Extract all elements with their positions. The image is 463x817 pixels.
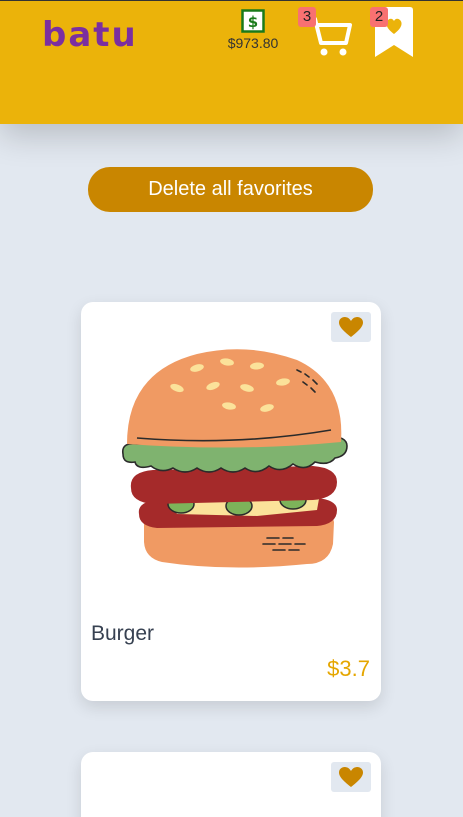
product-card[interactable] — [81, 752, 381, 817]
cart-count-badge: 3 — [298, 7, 316, 27]
favorites-button[interactable]: 2 — [370, 7, 416, 59]
favorite-toggle[interactable] — [331, 762, 371, 792]
favorites-count-badge: 2 — [370, 7, 388, 27]
brand-logo[interactable]: batu — [42, 15, 138, 55]
wallet-icon: $ — [241, 9, 265, 33]
product-name: Burger — [91, 622, 155, 645]
cart-button[interactable]: 3 — [298, 7, 354, 57]
wallet[interactable]: $ $973.80 — [224, 9, 282, 51]
favorite-toggle[interactable] — [331, 312, 371, 342]
wallet-balance: $973.80 — [227, 35, 279, 51]
svg-text:$: $ — [248, 13, 258, 31]
burger-image — [121, 349, 348, 568]
app-header: batu $ $973.80 3 2 — [0, 0, 463, 124]
product-card[interactable]: Burger $3.7 — [81, 302, 381, 701]
heart-icon — [339, 317, 363, 337]
delete-all-favorites-button[interactable]: Delete all favorites — [88, 167, 373, 212]
heart-icon — [339, 767, 363, 787]
product-price: $3.7 — [327, 656, 370, 681]
